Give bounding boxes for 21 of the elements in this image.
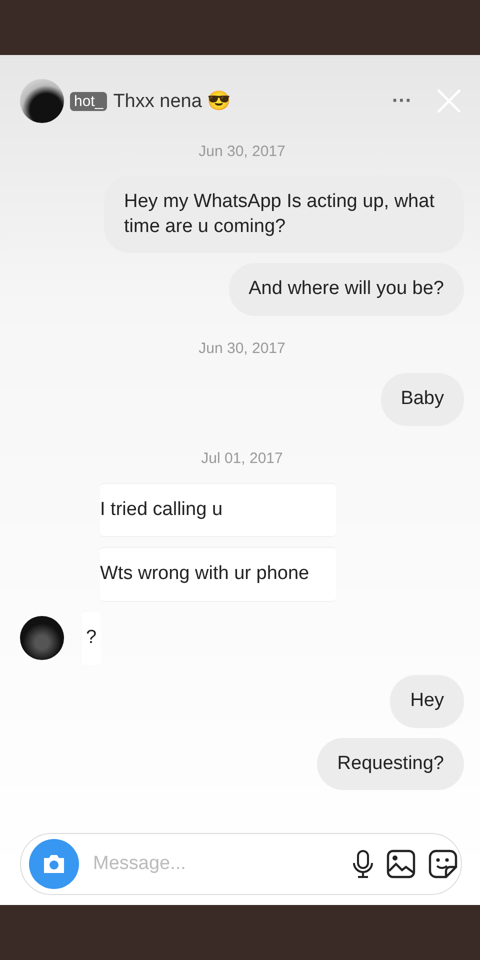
microphone-icon[interactable] (352, 847, 374, 881)
camera-icon (41, 853, 67, 875)
avatar (20, 79, 64, 123)
date-divider: Jun 30, 2017 (198, 340, 286, 358)
sticker-icon[interactable] (428, 847, 458, 881)
camera-button[interactable] (29, 839, 79, 889)
sent-message: Baby (380, 373, 464, 426)
sent-message: Hey (390, 674, 464, 728)
received-message: I tried calling u (100, 482, 336, 538)
date-divider: Jul 01, 2017 (201, 450, 283, 467)
image-icon[interactable] (386, 847, 416, 881)
sent-message: And where will you be? (228, 263, 464, 316)
sent-message: Requesting? (317, 738, 464, 790)
received-message: Wts wrong with ur phone (100, 547, 336, 602)
date-divider: Jun 30, 2017 (198, 143, 286, 160)
story-username: hot_ (70, 92, 108, 110)
chat-title: Thxx nena 😎 (113, 90, 232, 113)
more-button[interactable]: ··· (392, 90, 412, 112)
sender-avatar (20, 616, 64, 660)
received-message: ? (82, 612, 101, 665)
message-field[interactable]: Message... (91, 852, 340, 876)
